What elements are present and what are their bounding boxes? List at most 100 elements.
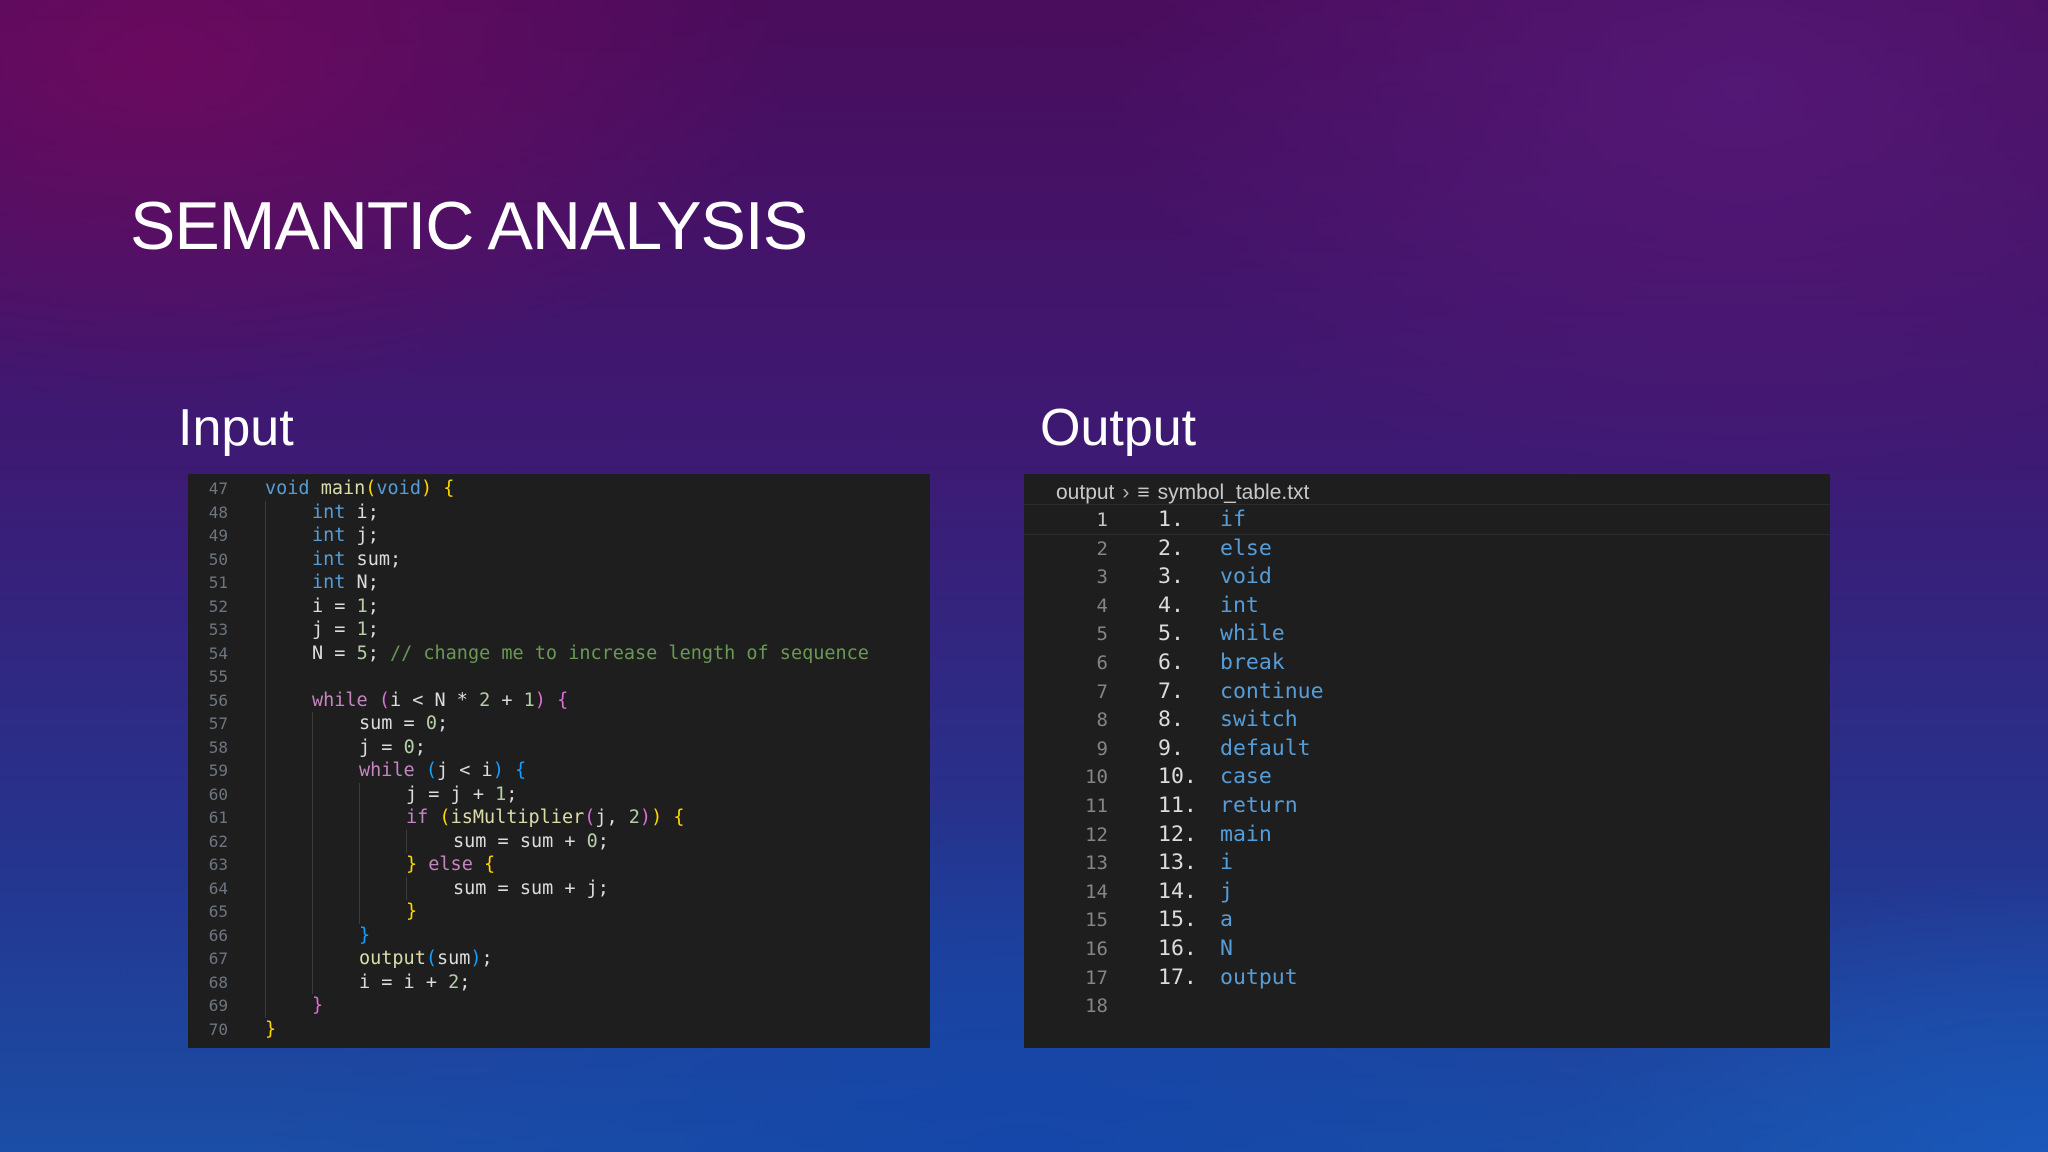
line-number: 66 [208, 925, 228, 945]
indent-guide [312, 829, 313, 853]
symbol-index: 2. [1158, 535, 1184, 561]
code-text: void main(void) { [265, 477, 454, 501]
indent-guide [312, 759, 313, 783]
code-token: i = i + [359, 971, 449, 993]
indent-guide [265, 947, 266, 971]
code-token: ; [597, 830, 609, 852]
line-number: 63 [208, 855, 228, 874]
code-line: 67 output(sum); [188, 947, 930, 971]
code-token: 2 [479, 689, 491, 711]
line-number: 67 [208, 949, 228, 968]
line-number: 14 [1085, 880, 1108, 903]
line-number: 60 [208, 784, 228, 804]
symbol-index: 10. [1158, 764, 1197, 790]
code-token: 0 [403, 736, 415, 758]
indent-guide [265, 876, 266, 900]
line-number: 17 [1085, 966, 1108, 989]
indent-guide [312, 876, 313, 900]
symbol-table-line: 8 8. switch [1024, 706, 1830, 735]
symbol-index: 13. [1158, 850, 1197, 876]
symbol-table-line: 18 [1024, 992, 1830, 1021]
code-line: 65} [188, 900, 930, 924]
symbol-name: j [1220, 878, 1233, 904]
code-text: output(sum); [359, 947, 493, 971]
symbol-name: void [1220, 564, 1272, 590]
line-number: 51 [208, 573, 228, 592]
line-number: 53 [208, 620, 228, 639]
code-token: j = [312, 619, 357, 640]
code-token: ; [481, 948, 493, 969]
code-token: 1 [495, 783, 507, 805]
line-number: 68 [208, 972, 228, 992]
symbol-table-line: 7 7. continue [1024, 678, 1830, 707]
code-token: 5 [356, 642, 368, 664]
code-text: i = 1; [312, 595, 379, 619]
code-token: N; [345, 572, 379, 593]
code-token: int [312, 548, 346, 570]
code-line: 51 int N; [188, 571, 930, 595]
code-token: { [557, 689, 569, 711]
line-number: 70 [208, 1019, 228, 1039]
code-token: ; [367, 642, 390, 664]
input-code-screenshot: 47 void main(void) {48 int i; 49 int j; 50 int… [188, 474, 930, 1048]
output-editor-screenshot: output › ≡ symbol_table.txt 1 1. if 2 2. else 3 3.… [1024, 474, 1830, 1048]
line-number: 64 [208, 878, 228, 898]
line-number: 1 [1096, 509, 1108, 531]
code-line: 48 int i; [188, 500, 930, 525]
code-token: ; [436, 713, 449, 734]
code-token: i < N * [389, 689, 480, 711]
indent-guide [312, 923, 313, 947]
code-token: ( [584, 807, 596, 828]
code-token: int [312, 572, 346, 593]
symbol-name: continue [1220, 678, 1324, 704]
indent-guide [265, 618, 266, 642]
indent-guide [359, 782, 360, 806]
symbol-name: N [1220, 935, 1233, 961]
code-line: 70} [188, 1018, 930, 1042]
symbol-name: i [1220, 850, 1233, 876]
symbol-name: output [1220, 964, 1298, 990]
current-line-border [1024, 504, 1830, 505]
symbol-index: 12. [1158, 821, 1197, 847]
code-line: 69} [188, 994, 930, 1018]
indent-guide [312, 712, 313, 736]
symbol-table-line: 3 3. void [1024, 563, 1830, 592]
indent-guide [265, 900, 266, 924]
chevron-right-icon: › [1122, 481, 1130, 504]
code-token: while [359, 760, 415, 781]
indent-guide [265, 923, 266, 947]
code-text: int i; [312, 501, 379, 525]
code-line: 59 while (j < i) { [188, 759, 930, 783]
code-token: sum [436, 948, 471, 969]
symbol-name: return [1220, 792, 1298, 818]
code-token: while [312, 689, 368, 711]
code-text: } [312, 994, 323, 1018]
code-text: int j; [312, 524, 379, 548]
code-line: 64 sum = sum + j; [188, 876, 930, 900]
symbol-table-line: 10 10. case [1024, 763, 1830, 792]
indent-guide [359, 900, 360, 924]
indent-guide [312, 900, 313, 924]
code-token: ) [534, 689, 546, 711]
code-text: if (isMultiplier(j, 2)) { [406, 806, 684, 830]
line-number: 2 [1096, 537, 1108, 560]
symbol-table-line: 4 4. int [1024, 592, 1830, 621]
indent-guide [406, 829, 407, 853]
code-text: int N; [312, 571, 379, 595]
code-line: 57 sum = 0; [188, 712, 930, 736]
code-text: N = 5; // change me to increase length o… [312, 642, 869, 666]
line-number: 15 [1085, 909, 1108, 932]
line-number: 50 [208, 549, 228, 569]
code-token: + [490, 689, 524, 711]
code-token: 0 [425, 713, 437, 734]
code-token: { [673, 807, 685, 828]
code-token: { [483, 854, 496, 875]
line-number: 69 [208, 996, 228, 1015]
code-token: 2 [448, 971, 460, 993]
symbol-index: 17. [1158, 964, 1197, 990]
symbol-index: 16. [1158, 935, 1197, 961]
